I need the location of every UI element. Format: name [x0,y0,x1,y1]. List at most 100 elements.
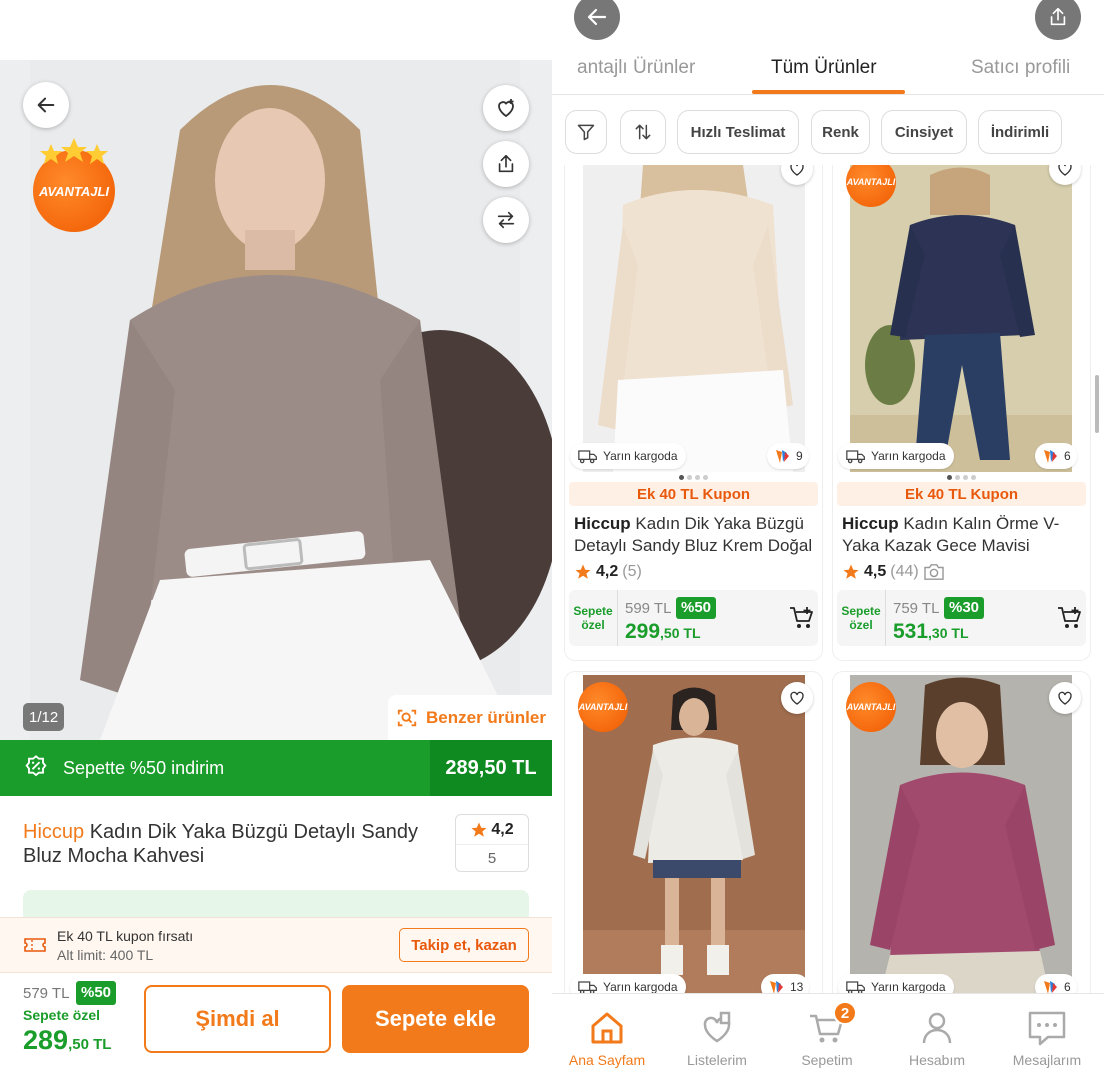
delivery-pill: Yarın kargoda [570,974,686,995]
user-icon [922,1012,952,1043]
back-button[interactable] [23,82,69,128]
tab-bar: antajlı Ürünler Tüm Ürünler Satıcı profi… [552,45,1104,95]
add-to-cart-button[interactable]: Sepete ekle [342,985,529,1053]
product-card[interactable]: AVANTAJLI Yarın kargoda 6 Ek 40 TL Kupon… [833,165,1090,660]
price-box: Sepete özel 759 TL %30 531,30 TL [837,590,1086,646]
star-icon [843,564,859,579]
delivery-text: Yarın kargoda [871,449,946,463]
favorite-button[interactable] [781,682,813,714]
nav-account[interactable]: Hesabım [882,995,992,1080]
add-cart-icon[interactable] [1057,606,1083,630]
discount-text: Sepette %50 indirim [63,757,225,778]
counter-text: 1/12 [29,708,59,726]
coupon-title: Ek 40 TL kupon fırsatı [57,928,194,944]
nav-home[interactable]: Ana Sayfam [552,995,662,1080]
brand-name: Hiccup [842,514,899,533]
star-icon [471,822,487,837]
chip-label: Renk [822,123,859,141]
ticket-icon [24,938,46,952]
avantajli-badge: AVANTAJLI [578,682,628,732]
heart-icon [790,691,804,705]
follow-earn-button[interactable]: Takip et, kazan [399,928,529,962]
rating-count: (5) [622,563,642,580]
home-icon [591,1012,623,1043]
product-detail-screen: AVANTAJLI 1/12 Benzer ürünler Sepette %5… [0,0,552,1080]
filter-icon [577,124,595,141]
heart-list-icon [703,1011,731,1042]
filter-gender[interactable]: Cinsiyet [881,110,967,154]
tab-all-products[interactable]: Tüm Ürünler [771,57,877,79]
rating-value: 4,2 [596,563,619,580]
color-count: 6 [1064,449,1071,463]
nav-label: Ana Sayfam [568,1051,646,1068]
product-title: Hiccup Kadın Kalın Örme V-Yaka Kazak Gec… [842,513,1084,557]
discount-badge: %30 [944,597,985,619]
discount-badge: %50 [76,981,117,1005]
old-price: 759 TL [893,600,940,617]
favorite-button[interactable] [1049,682,1081,714]
delivery-text: Yarın kargoda [603,980,678,994]
discount-badge: %50 [676,597,717,619]
coupon-limit: Alt limit: 400 TL [57,947,154,963]
chip-label: Hızlı Teslimat [690,123,786,141]
tab-seller-profile[interactable]: Satıcı profili [971,57,1070,79]
nav-label: Sepetim [801,1051,853,1068]
brand-name: Hiccup [574,514,631,533]
store-share-button[interactable] [1035,0,1081,40]
scrollbar[interactable] [1095,375,1099,433]
rating: 4,5 (44) [842,563,945,581]
share-button[interactable] [483,141,529,187]
compare-button[interactable] [483,197,529,243]
special-label: Sepete özel [841,604,881,632]
color-count: 9 [796,449,803,463]
sort-button[interactable] [620,110,666,154]
nav-lists[interactable]: Listelerim [662,995,772,1080]
price-box: Sepete özel 599 TL %50 299,50 TL [569,590,818,646]
store-back-button[interactable] [574,0,620,40]
discount-badge-icon [25,755,47,777]
chip-label: İndirimli [990,123,1050,141]
product-image[interactable] [583,165,805,472]
filter-button[interactable] [565,110,607,154]
star-icon [575,564,591,579]
discount-price: 289,50 TL [445,756,537,779]
follow-earn-label: Takip et, kazan [411,936,517,954]
heart-icon [1058,165,1072,176]
rating-count: 5 [487,850,497,867]
product-card[interactable]: Yarın kargoda 9 Ek 40 TL Kupon Hiccup Ka… [565,165,822,660]
rating-value: 4,5 [864,563,887,580]
favorite-list-button[interactable] [483,85,529,131]
badge-label: AVANTAJLI [846,702,896,712]
filter-discounted[interactable]: İndirimli [978,110,1062,154]
truck-icon [578,450,597,464]
discount-price-box: 289,50 TL [430,740,552,796]
rating-box[interactable]: 4,2 5 [455,814,529,872]
nav-messages[interactable]: Mesajlarım [992,995,1102,1080]
color-count: 13 [790,980,804,994]
discount-banner: Sepette %50 indirim 289,50 TL [0,740,552,796]
swap-icon [497,211,515,229]
stars-icon [40,138,108,164]
badge-label: AVANTAJLI [846,177,896,187]
nav-label: Listelerim [687,1051,747,1068]
product-image[interactable] [850,165,1072,472]
add-cart-icon[interactable] [789,606,815,630]
nav-cart[interactable]: 2 Sepetim [772,995,882,1080]
current-price: 531,30 TL [893,620,969,644]
color-count-pill: 6 [1035,974,1077,995]
message-icon [1028,1011,1066,1045]
filter-color[interactable]: Renk [811,110,870,154]
product-card[interactable]: AVANTAJLI Yarın kargoda 13 [565,672,822,995]
price-main: 289 [23,1025,69,1055]
color-count: 6 [1064,980,1071,994]
similar-products-button[interactable]: Benzer ürünler [388,695,552,740]
scan-search-icon [397,709,417,726]
rating-count: (44) [890,563,919,580]
special-label: Sepete özel [23,1007,101,1023]
brand-name[interactable]: Hiccup [23,821,84,843]
filter-fast-delivery[interactable]: Hızlı Teslimat [677,110,799,154]
product-card[interactable]: AVANTAJLI Yarın kargoda 6 [833,672,1090,995]
share-icon [1050,7,1066,26]
tab-avantajli[interactable]: antajlı Ürünler [577,57,695,79]
buy-now-button[interactable]: Şimdi al [144,985,331,1053]
